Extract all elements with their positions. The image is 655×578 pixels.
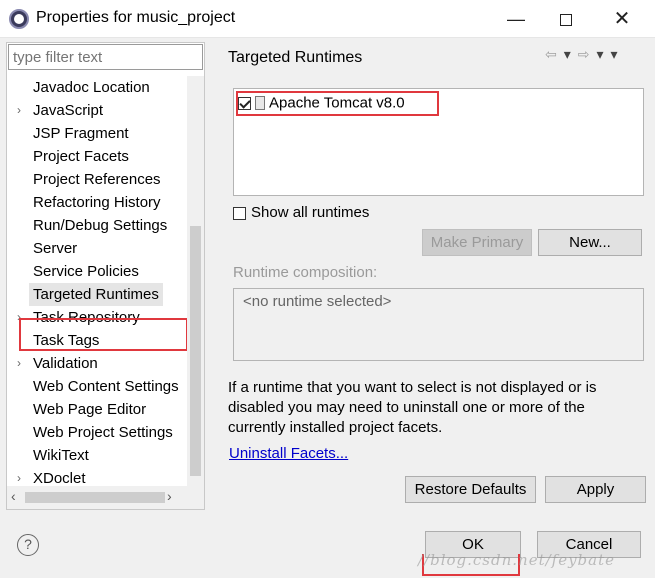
forward-arrow-icon[interactable]: ⇨ [578, 46, 590, 62]
eclipse-icon [9, 9, 29, 29]
show-all-label: Show all runtimes [251, 204, 370, 221]
chevron-right-icon[interactable]: › [17, 352, 27, 375]
help-icon[interactable]: ? [17, 534, 39, 556]
window-title: Properties for music_project [36, 9, 236, 26]
composition-box: <no runtime selected> [233, 288, 644, 361]
title-bar: Properties for music_project — ✕ [0, 0, 655, 38]
navigation-pane: Javadoc Location › JavaScript JSP Fragmen… [6, 42, 205, 510]
view-menu-icon[interactable]: ▾ [611, 46, 618, 62]
dialog-footer: ? OK Cancel //blog.csdn.net/feybate [0, 518, 655, 578]
annotation-highlight-box [19, 318, 188, 351]
tree-item-label: Refactoring History [33, 194, 161, 211]
apply-button[interactable]: Apply [545, 476, 646, 503]
tree-item-label: Validation [33, 355, 98, 372]
scroll-left-icon[interactable]: ‹ [11, 488, 16, 504]
tree-item-label: JSP Fragment [33, 125, 129, 142]
back-menu-icon[interactable]: ▾ [564, 46, 571, 62]
uninstall-facets-link[interactable]: Uninstall Facets... [229, 445, 348, 462]
make-primary-button[interactable]: Make Primary [422, 229, 532, 256]
tree-item-label: Web Project Settings [33, 424, 173, 441]
filter-input[interactable] [8, 44, 203, 70]
close-button[interactable]: ✕ [599, 0, 645, 38]
chevron-right-icon[interactable]: › [17, 467, 27, 484]
tree-item-label: Project Facets [33, 148, 129, 165]
tree-item-label: XDoclet [33, 470, 86, 484]
tree-item-label: Run/Debug Settings [33, 217, 168, 234]
property-tree: Javadoc Location › JavaScript JSP Fragmen… [7, 76, 187, 484]
back-arrow-icon[interactable]: ⇦ [545, 46, 557, 62]
tree-item-label: Javadoc Location [33, 79, 150, 96]
page-navigation: ⇦ ▾ ⇨ ▾ ▾ [545, 46, 625, 63]
info-text: If a runtime that you want to select is … [228, 379, 597, 436]
tree-item-label: Service Policies [33, 263, 139, 280]
annotation-highlight-box [236, 91, 439, 116]
tree-item-label: Server [33, 240, 78, 257]
maximize-icon [560, 14, 572, 27]
vertical-scrollbar[interactable] [187, 76, 204, 486]
tree-item-label: Project References [33, 171, 161, 188]
page-title: Targeted Runtimes [228, 49, 363, 66]
chevron-right-icon[interactable]: › [17, 99, 27, 122]
minimize-button[interactable]: — [493, 0, 539, 38]
composition-label: Runtime composition: [233, 264, 378, 281]
show-all-runtimes[interactable]: Show all runtimes [233, 204, 369, 221]
watermark: //blog.csdn.net/feybate [418, 551, 616, 569]
tree-item-label: JavaScript [33, 102, 104, 119]
tree-item-label: Targeted Runtimes [29, 283, 163, 306]
scrollbar-thumb[interactable] [190, 226, 201, 476]
forward-menu-icon[interactable]: ▾ [597, 46, 604, 62]
show-all-checkbox[interactable] [233, 206, 246, 220]
restore-defaults-button[interactable]: Restore Defaults [405, 476, 536, 503]
scrollbar-thumb[interactable] [25, 492, 165, 503]
tree-item-label: WikiText [33, 447, 89, 464]
tree-item-label: Web Page Editor [33, 401, 147, 418]
new-runtime-button[interactable]: New... [538, 229, 642, 256]
horizontal-scrollbar[interactable]: ‹ › [7, 486, 204, 509]
tree-item-label: Web Content Settings [33, 378, 179, 395]
maximize-button[interactable] [543, 0, 589, 38]
composition-value: <no runtime selected> [243, 293, 392, 310]
properties-page: Targeted Runtimes ⇦ ▾ ⇨ ▾ ▾ Apache Tomcat v8… [215, 42, 650, 512]
scroll-right-icon[interactable]: › [167, 488, 172, 504]
